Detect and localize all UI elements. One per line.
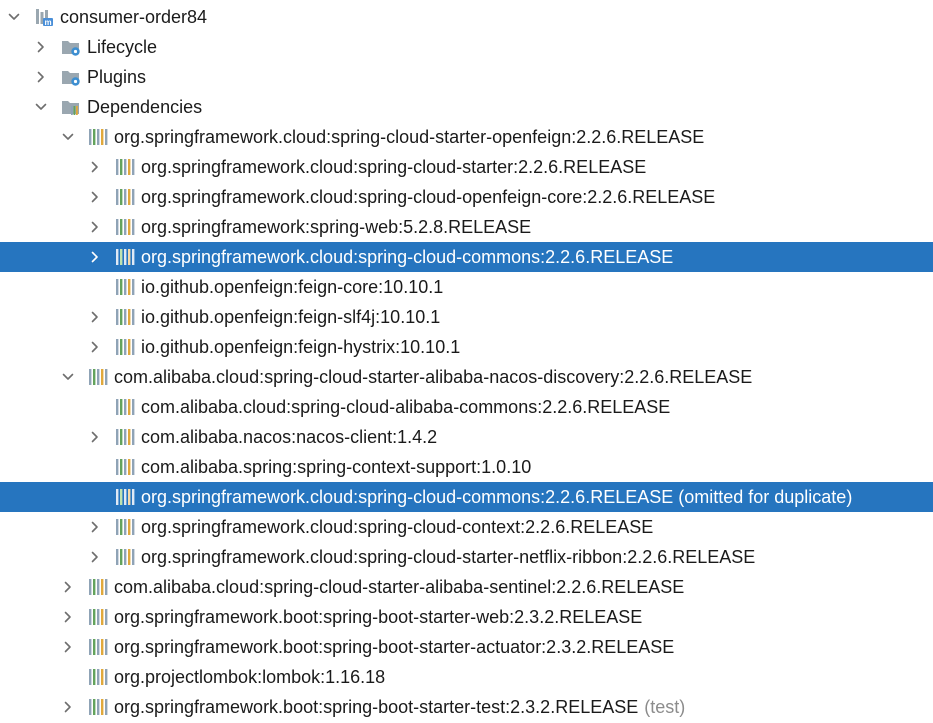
library-icon (88, 637, 108, 657)
chevron-down-icon[interactable] (62, 129, 74, 145)
library-icon (115, 487, 135, 507)
chevron-right-icon[interactable] (89, 339, 101, 355)
library-icon (115, 277, 135, 297)
tree-row-label: org.springframework.boot:spring-boot-sta… (114, 697, 639, 717)
tree-row-label: org.springframework:spring-web:5.2.8.REL… (141, 217, 532, 237)
tree-row-org-springframework-boot-spring-boot-starter-web-2-3-2-relea[interactable]: org.springframework.boot:spring-boot-sta… (0, 602, 933, 632)
library-icon (88, 607, 108, 627)
chevron-right-icon[interactable] (62, 639, 74, 655)
tree-row-org-projectlombok-lombok-1-16-18[interactable]: org.projectlombok:lombok:1.16.18 (0, 662, 933, 692)
svg-text:m: m (44, 18, 51, 27)
chevron-down-icon[interactable] (8, 9, 20, 25)
tree-row-org-springframework-cloud-spring-cloud-starter-2-2-6-release[interactable]: org.springframework.cloud:spring-cloud-s… (0, 152, 933, 182)
library-icon (88, 127, 108, 147)
library-icon (115, 247, 135, 267)
tree-row-io-github-openfeign-feign-slf4j-10-10-1[interactable]: io.github.openfeign:feign-slf4j:10.10.1 (0, 302, 933, 332)
tree-row-lifecycle[interactable]: Lifecycle (0, 32, 933, 62)
tree-row-label: Lifecycle (87, 37, 158, 57)
tree-row-label: org.springframework.cloud:spring-cloud-c… (141, 487, 853, 507)
tree-row-org-springframework-spring-web-5-2-8-release[interactable]: org.springframework:spring-web:5.2.8.REL… (0, 212, 933, 242)
library-icon (88, 697, 108, 717)
maven-module-icon: m (34, 7, 54, 27)
tree-row-label: consumer-order84 (60, 7, 208, 27)
chevron-right-icon[interactable] (89, 219, 101, 235)
library-icon (88, 667, 108, 687)
tree-row-label: org.springframework.cloud:spring-cloud-s… (141, 157, 647, 177)
tree-row-org-springframework-cloud-spring-cloud-starter-netflix-ribbo[interactable]: org.springframework.cloud:spring-cloud-s… (0, 542, 933, 572)
library-icon (115, 187, 135, 207)
tree-row-plugins[interactable]: Plugins (0, 62, 933, 92)
tree-row-label: io.github.openfeign:feign-core:10.10.1 (141, 277, 444, 297)
chevron-right-icon[interactable] (89, 429, 101, 445)
tree-row-org-springframework-cloud-spring-cloud-commons-2-2-6-release[interactable]: org.springframework.cloud:spring-cloud-c… (0, 482, 933, 512)
tree-row-label: Dependencies (87, 97, 203, 117)
chevron-right-icon[interactable] (62, 699, 74, 715)
tree-row-label: org.springframework.boot:spring-boot-sta… (114, 607, 643, 627)
library-icon (115, 547, 135, 567)
chevron-down-icon[interactable] (35, 99, 47, 115)
chevron-right-icon[interactable] (35, 69, 47, 85)
library-icon (115, 217, 135, 237)
library-icon (88, 367, 108, 387)
chevron-right-icon[interactable] (62, 609, 74, 625)
tree-row-label: org.projectlombok:lombok:1.16.18 (114, 667, 386, 687)
tree-row-label: org.springframework.cloud:spring-cloud-c… (141, 247, 674, 267)
dependency-tree: m consumer-order84 Lifecycle Plugins Depende… (0, 0, 933, 723)
library-icon (115, 157, 135, 177)
chevron-right-icon[interactable] (35, 39, 47, 55)
tree-row-label: org.springframework.boot:spring-boot-sta… (114, 637, 675, 657)
tree-row-label: org.springframework.cloud:spring-cloud-c… (141, 517, 654, 537)
chevron-right-icon[interactable] (89, 519, 101, 535)
chevron-right-icon[interactable] (62, 579, 74, 595)
library-icon (115, 427, 135, 447)
tree-row-label: org.springframework.cloud:spring-cloud-s… (114, 127, 705, 147)
chevron-right-icon[interactable] (89, 549, 101, 565)
library-icon (115, 307, 135, 327)
tree-row-com-alibaba-cloud-spring-cloud-alibaba-commons-2-2-6-release[interactable]: com.alibaba.cloud:spring-cloud-alibaba-c… (0, 392, 933, 422)
tree-row-label: com.alibaba.spring:spring-context-suppor… (141, 457, 532, 477)
tree-row-com-alibaba-cloud-spring-cloud-starter-alibaba-nacos-discove[interactable]: com.alibaba.cloud:spring-cloud-starter-a… (0, 362, 933, 392)
chevron-right-icon[interactable] (89, 249, 101, 265)
tree-row-org-springframework-cloud-spring-cloud-context-2-2-6-release[interactable]: org.springframework.cloud:spring-cloud-c… (0, 512, 933, 542)
folder-library-icon (61, 97, 81, 117)
folder-gear-icon (61, 37, 81, 57)
chevron-right-icon[interactable] (89, 309, 101, 325)
tree-row-label: org.springframework.cloud:spring-cloud-o… (141, 187, 716, 207)
tree-row-label: com.alibaba.cloud:spring-cloud-alibaba-c… (141, 397, 671, 417)
chevron-right-icon[interactable] (89, 159, 101, 175)
library-icon (115, 457, 135, 477)
tree-row-org-springframework-cloud-spring-cloud-starter-openfeign-2-2[interactable]: org.springframework.cloud:spring-cloud-s… (0, 122, 933, 152)
tree-row-label: Plugins (87, 67, 147, 87)
tree-row-label: com.alibaba.cloud:spring-cloud-starter-a… (114, 367, 753, 387)
tree-row-org-springframework-cloud-spring-cloud-openfeign-core-2-2-6-[interactable]: org.springframework.cloud:spring-cloud-o… (0, 182, 933, 212)
chevron-right-icon[interactable] (89, 189, 101, 205)
tree-row-consumer-order84[interactable]: m consumer-order84 (0, 2, 933, 32)
library-icon (115, 337, 135, 357)
library-icon (88, 577, 108, 597)
tree-row-io-github-openfeign-feign-core-10-10-1[interactable]: io.github.openfeign:feign-core:10.10.1 (0, 272, 933, 302)
tree-row-label: org.springframework.cloud:spring-cloud-s… (141, 547, 756, 567)
folder-gear-icon (61, 67, 81, 87)
tree-row-org-springframework-boot-spring-boot-starter-test-2-3-2-rele[interactable]: org.springframework.boot:spring-boot-sta… (0, 692, 933, 722)
tree-row-label: com.alibaba.cloud:spring-cloud-starter-a… (114, 577, 685, 597)
tree-row-dependencies[interactable]: Dependencies (0, 92, 933, 122)
tree-row-org-springframework-boot-spring-boot-starter-actuator-2-3-2-[interactable]: org.springframework.boot:spring-boot-sta… (0, 632, 933, 662)
tree-row-label: io.github.openfeign:feign-slf4j:10.10.1 (141, 307, 441, 327)
tree-row-com-alibaba-spring-spring-context-support-1-0-10[interactable]: com.alibaba.spring:spring-context-suppor… (0, 452, 933, 482)
tree-row-com-alibaba-cloud-spring-cloud-starter-alibaba-sentinel-2-2-[interactable]: com.alibaba.cloud:spring-cloud-starter-a… (0, 572, 933, 602)
scope-suffix: (test) (644, 697, 686, 717)
tree-row-label: com.alibaba.nacos:nacos-client:1.4.2 (141, 427, 438, 447)
library-icon (115, 517, 135, 537)
tree-row-label: io.github.openfeign:feign-hystrix:10.10.… (141, 337, 461, 357)
tree-row-com-alibaba-nacos-nacos-client-1-4-2[interactable]: com.alibaba.nacos:nacos-client:1.4.2 (0, 422, 933, 452)
library-icon (115, 397, 135, 417)
tree-row-org-springframework-cloud-spring-cloud-commons-2-2-6-release[interactable]: org.springframework.cloud:spring-cloud-c… (0, 242, 933, 272)
tree-row-io-github-openfeign-feign-hystrix-10-10-1[interactable]: io.github.openfeign:feign-hystrix:10.10.… (0, 332, 933, 362)
chevron-down-icon[interactable] (62, 369, 74, 385)
